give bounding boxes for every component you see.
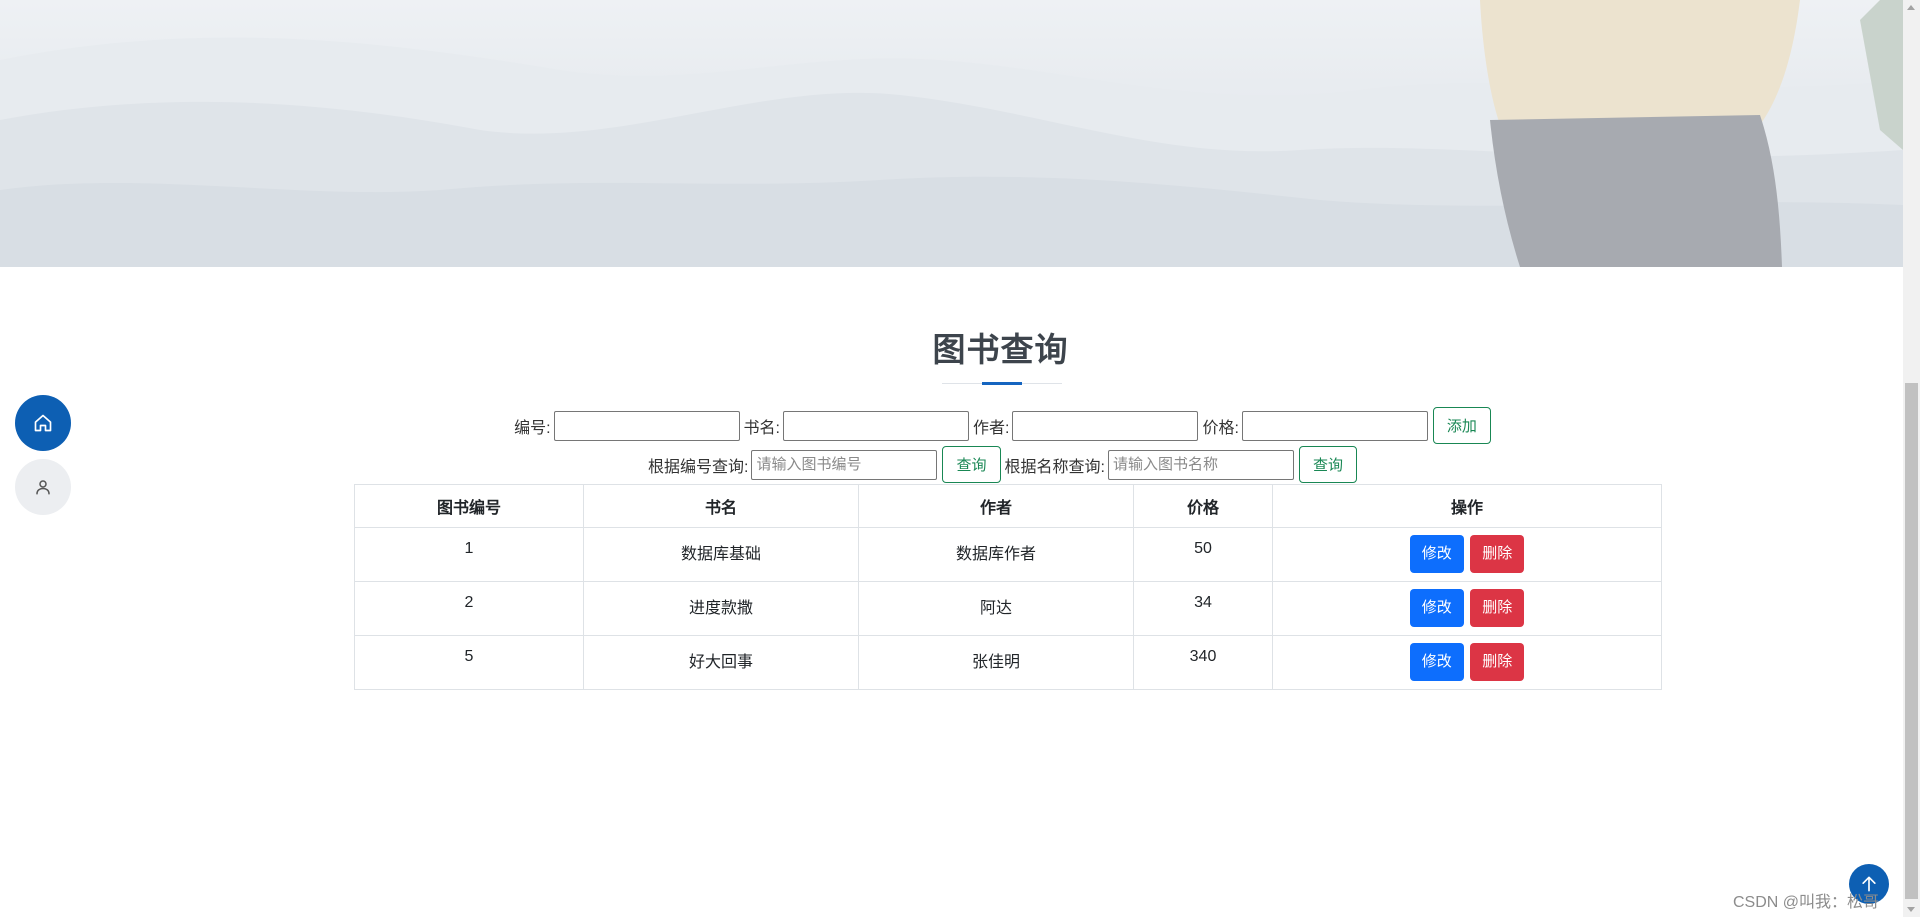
user-icon [36,480,50,495]
search-by-name-button[interactable]: 查询 [1298,446,1357,483]
delete-button[interactable]: 删除 [1470,643,1525,681]
cell-name: 进度款撒 [583,581,859,636]
book-table: 图书编号 书名 作者 价格 操作 1 数据库基础 数据库作者 50 修改 删除 … [354,484,1662,690]
cell-id: 1 [354,527,584,582]
cell-name: 数据库基础 [583,527,859,582]
cell-operations: 修改 删除 [1272,635,1662,690]
cell-price: 340 [1133,635,1273,690]
header-book-id: 图书编号 [354,484,584,528]
add-button[interactable]: 添加 [1432,407,1491,444]
book-table-container: 图书编号 书名 作者 价格 操作 1 数据库基础 数据库作者 50 修改 删除 … [354,484,1662,690]
cell-id: 5 [354,635,584,690]
cell-name: 好大回事 [583,635,859,690]
edit-button[interactable]: 修改 [1409,643,1464,681]
search-by-id-label: 根据编号查询: [648,458,749,476]
edit-button[interactable]: 修改 [1409,589,1464,627]
scroll-thumb[interactable] [1905,383,1918,899]
home-icon [34,414,52,432]
search-by-id-input[interactable] [751,449,938,480]
cell-author: 阿达 [858,581,1134,636]
delete-button[interactable]: 删除 [1470,535,1525,573]
author-input[interactable] [1012,410,1199,441]
page-scrollbar[interactable] [1903,0,1920,917]
title-accent-bar [982,382,1022,385]
table-header-row: 图书编号 书名 作者 价格 操作 [354,484,1662,528]
cell-price: 50 [1133,527,1273,582]
author-label: 作者: [972,419,1010,437]
edit-button[interactable]: 修改 [1409,535,1464,573]
cell-operations: 修改 删除 [1272,581,1662,636]
cell-author: 张佳明 [858,635,1134,690]
delete-button[interactable]: 删除 [1470,589,1525,627]
name-label: 书名: [743,419,780,437]
header-book-name: 书名 [583,484,859,528]
cell-author: 数据库作者 [858,527,1134,582]
scroll-up-arrow-icon[interactable] [1907,5,1915,10]
hero-banner [0,0,1903,267]
add-book-form: 编号: 书名: 作者: 价格: 添加 [0,407,1920,444]
nav-user-button[interactable] [15,459,71,515]
id-label: 编号: [514,419,551,437]
id-input[interactable] [553,410,740,441]
watermark-text: CSDN @叫我：松哥 [1733,894,1880,911]
name-input[interactable] [782,410,969,441]
cell-id: 2 [354,581,584,636]
price-input[interactable] [1241,410,1428,441]
header-operations: 操作 [1272,484,1662,528]
table-row: 2 进度款撒 阿达 34 修改 删除 [354,581,1662,636]
search-by-name-input[interactable] [1107,449,1294,480]
cell-price: 34 [1133,581,1273,636]
page-title: 图书查询 [932,331,1069,368]
price-label: 价格: [1202,419,1239,437]
table-row: 5 好大回事 张佳明 340 修改 删除 [354,635,1662,690]
header-author: 作者 [858,484,1134,528]
search-form: 根据编号查询: 查询 根据名称查询: 查询 [0,446,1920,483]
nav-home-button[interactable] [15,395,71,451]
scroll-down-arrow-icon[interactable] [1907,907,1915,912]
mountain-landscape-image [0,0,1903,267]
search-by-id-button[interactable]: 查询 [942,446,1001,483]
table-row: 1 数据库基础 数据库作者 50 修改 删除 [354,527,1662,582]
search-by-name-label: 根据名称查询: [1004,458,1105,476]
cell-operations: 修改 删除 [1272,527,1662,582]
header-price: 价格 [1133,484,1273,528]
